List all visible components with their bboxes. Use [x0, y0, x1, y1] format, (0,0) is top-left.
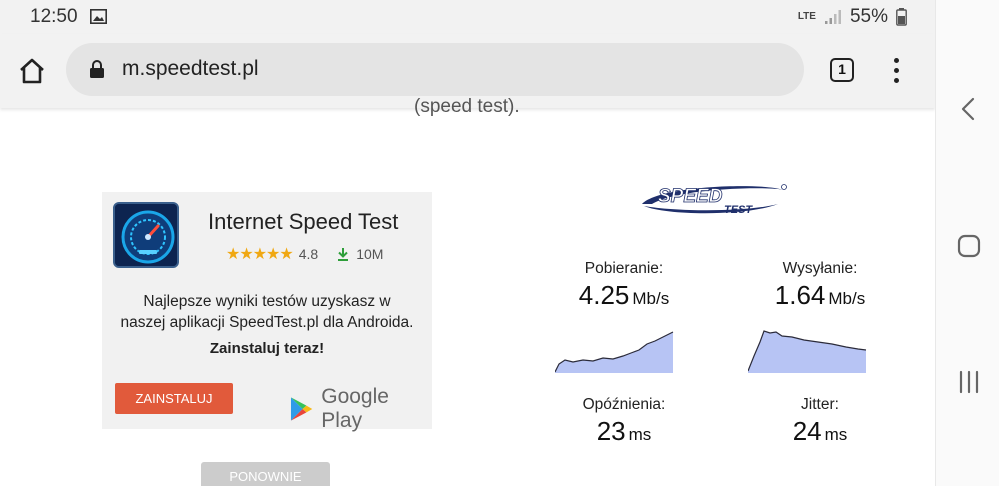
gallery-icon [90, 9, 107, 24]
battery-percent: 55% [849, 6, 888, 27]
rating-stars: ★★★★★ [226, 246, 294, 263]
jitter-value: 24 [792, 416, 822, 446]
battery-icon [896, 8, 907, 26]
retry-button[interactable]: PONOWNIE [201, 462, 330, 486]
status-indicators: LTE 55% [798, 6, 907, 28]
browser-window: 12:50 LTE 55% m.speedtest.pl 1 (speed te… [0, 0, 935, 486]
app-name: Internet Speed Test [208, 209, 399, 234]
svg-text:SPEED: SPEED [658, 186, 723, 207]
back-icon[interactable] [956, 96, 982, 122]
download-icon [338, 248, 349, 261]
lock-icon [90, 60, 104, 78]
app-icon[interactable] [113, 202, 179, 268]
upload-value: 1.64 [774, 280, 826, 310]
download-speed-graph [555, 331, 674, 373]
tabs-button[interactable]: 1 [830, 58, 854, 82]
jitter-label: Jitter: [801, 396, 839, 413]
ping-label: Opóźnienia: [582, 396, 666, 413]
home-nav-icon[interactable] [956, 233, 982, 259]
upload-label: Wysyłanie: [782, 260, 858, 277]
screen: 12:50 LTE 55% m.speedtest.pl 1 (speed te… [0, 0, 999, 486]
ping-result: Opóźnienia: 23 ms [539, 396, 709, 447]
network-label: LTE [797, 11, 816, 22]
upload-speed-graph [748, 330, 867, 373]
app-description: Najlepsze wyniki testów uzyskasz w nasze… [102, 291, 432, 333]
more-vert-icon[interactable] [884, 58, 908, 84]
upload-unit: Mb/s [828, 289, 866, 308]
download-label: Pobieranie: [584, 260, 664, 277]
google-play-icon [290, 397, 313, 421]
description-line-1: Najlepsze wyniki testów uzyskasz w [143, 293, 391, 310]
rating-row: ★★★★★ 4.8 10M [226, 244, 383, 264]
status-bar: 12:50 LTE 55% [0, 0, 935, 34]
download-unit: Mb/s [632, 289, 670, 308]
system-nav-bar [935, 0, 999, 486]
address-bar[interactable]: m.speedtest.pl [66, 43, 804, 96]
ping-value: 23 [596, 416, 626, 446]
svg-text:TEST: TEST [724, 204, 753, 216]
download-result: Pobieranie: 4.25 Mb/s [539, 260, 709, 311]
download-count: 10M [356, 246, 384, 262]
speedtest-logo: SPEED TEST [642, 184, 787, 216]
partial-heading-text: (speed test). [414, 96, 520, 117]
app-promo-card: Internet Speed Test ★★★★★ 4.8 10M Najlep… [102, 192, 432, 432]
recents-icon[interactable] [956, 369, 982, 395]
ping-value-row: 23 ms [539, 416, 709, 447]
jitter-value-row: 24 ms [735, 416, 905, 447]
ping-unit: ms [628, 425, 652, 444]
status-time: 12:50 [30, 6, 78, 27]
home-icon[interactable] [18, 57, 46, 85]
upload-result: Wysyłanie: 1.64 Mb/s [735, 260, 905, 311]
jitter-result: Jitter: 24 ms [735, 396, 905, 447]
install-button[interactable]: ZAINSTALUJ [115, 383, 233, 414]
google-play-link[interactable]: Google Play [290, 385, 432, 433]
download-value: 4.25 [578, 280, 630, 310]
jitter-unit: ms [824, 425, 848, 444]
speedometer-icon [115, 204, 177, 266]
upload-value-row: 1.64 Mb/s [735, 280, 905, 311]
description-line-2: naszej aplikacji SpeedTest.pl dla Androi… [120, 314, 414, 331]
url-text: m.speedtest.pl [122, 57, 259, 80]
google-play-label: Google Play [321, 385, 389, 432]
install-cta-text: Zainstaluj teraz! [209, 340, 325, 357]
download-value-row: 4.25 Mb/s [539, 280, 709, 311]
lte-icon: LTE [798, 12, 816, 22]
signal-icon [824, 10, 841, 24]
rating-value: 4.8 [298, 246, 319, 262]
